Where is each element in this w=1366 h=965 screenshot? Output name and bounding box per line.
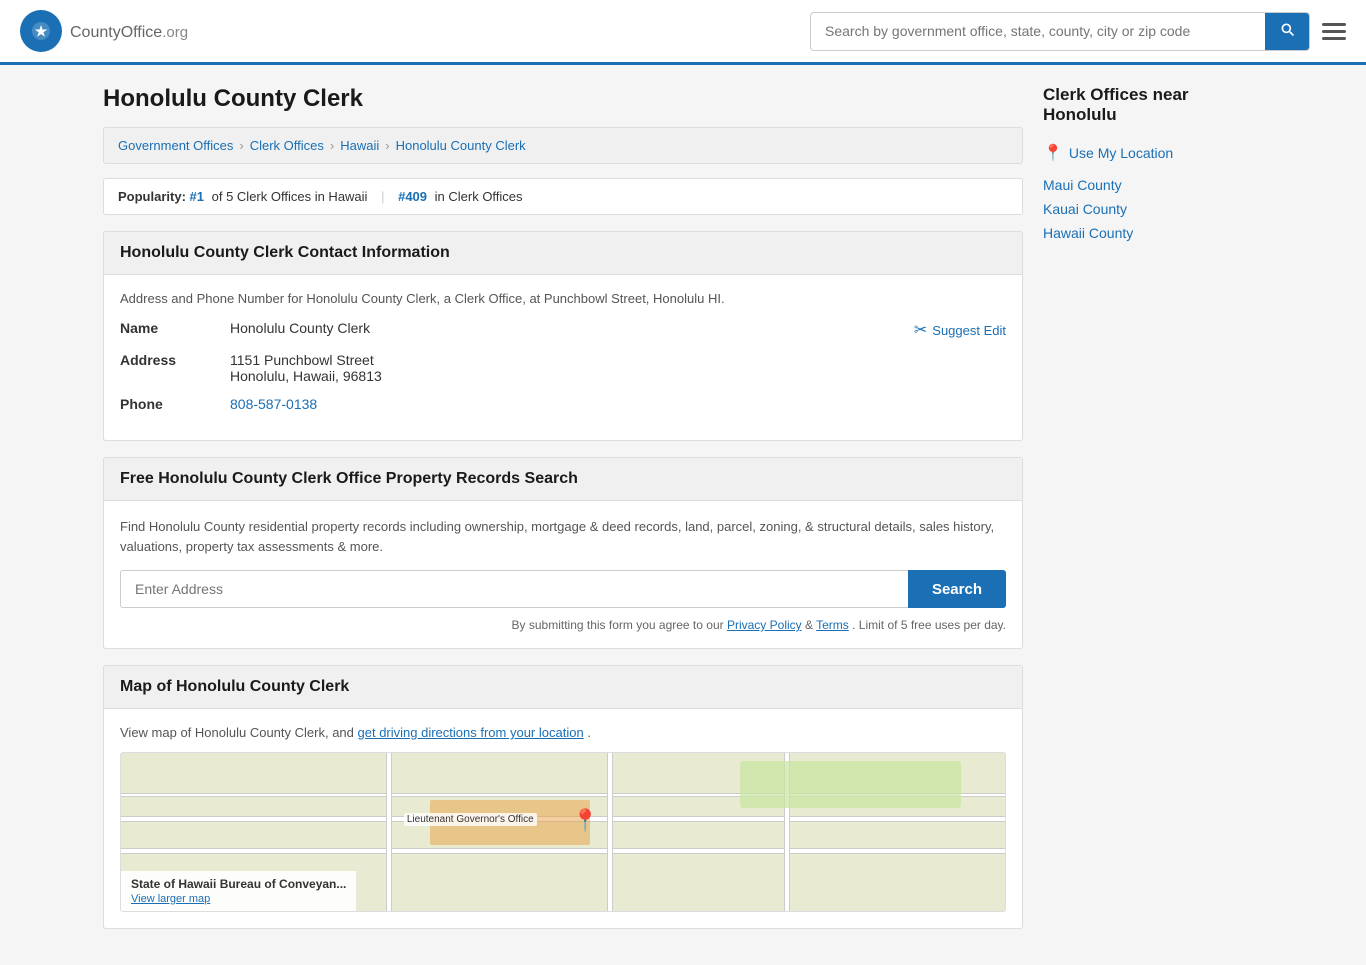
- map-label-lt-gov: Lieutenant Governor's Office: [404, 813, 537, 826]
- disclaimer-suffix: . Limit of 5 free uses per day.: [852, 618, 1006, 632]
- map-section-body: View map of Honolulu County Clerk, and g…: [104, 709, 1022, 928]
- address-line2: Honolulu, Hawaii, 96813: [230, 368, 1006, 384]
- hamburger-menu[interactable]: [1322, 23, 1346, 40]
- contact-name-row: Name Honolulu County Clerk ✂ Suggest Edi…: [120, 320, 1006, 340]
- map-section: Map of Honolulu County Clerk View map of…: [103, 665, 1023, 929]
- contact-phone-row: Phone 808-587-0138: [120, 396, 1006, 412]
- contact-section-body: Address and Phone Number for Honolulu Co…: [104, 275, 1022, 440]
- contact-address-row: Address 1151 Punchbowl Street Honolulu, …: [120, 352, 1006, 384]
- terms-link[interactable]: Terms: [816, 618, 849, 632]
- breadcrumb-link-current[interactable]: Honolulu County Clerk: [396, 138, 526, 153]
- address-line1: 1151 Punchbowl Street: [230, 352, 1006, 368]
- popularity-rank2: #409: [398, 189, 427, 204]
- page-title: Honolulu County Clerk: [103, 85, 1023, 113]
- header-search-input[interactable]: [811, 15, 1265, 47]
- header-search-button[interactable]: [1265, 13, 1309, 50]
- popularity-rank1-text: of 5 Clerk Offices in Hawaii: [212, 189, 368, 204]
- address-label: Address: [120, 352, 230, 368]
- address-search-input[interactable]: [120, 570, 908, 608]
- map-placeholder[interactable]: 📍 Lieutenant Governor's Office State of …: [120, 752, 1006, 912]
- sidebar-links: Maui County Kauai County Hawaii County: [1043, 177, 1263, 241]
- map-overlay: State of Hawaii Bureau of Conveyan... Vi…: [121, 871, 356, 911]
- sidebar-link-maui[interactable]: Maui County: [1043, 177, 1263, 193]
- property-description: Find Honolulu County residential propert…: [120, 517, 1006, 556]
- property-section-title: Free Honolulu County Clerk Office Proper…: [104, 458, 1022, 501]
- popularity-rank1: #1: [190, 189, 204, 204]
- content-area: Honolulu County Clerk Government Offices…: [103, 85, 1023, 945]
- sidebar-title: Clerk Offices near Honolulu: [1043, 85, 1263, 129]
- view-larger-map-link[interactable]: View larger map: [131, 893, 210, 905]
- contact-description: Address and Phone Number for Honolulu Co…: [120, 291, 1006, 306]
- name-label: Name: [120, 320, 230, 336]
- map-section-title: Map of Honolulu County Clerk: [104, 666, 1022, 709]
- privacy-policy-link[interactable]: Privacy Policy: [727, 618, 802, 632]
- contact-table: Name Honolulu County Clerk ✂ Suggest Edi…: [120, 320, 1006, 412]
- site-header: ★ CountyOffice.org: [0, 0, 1366, 65]
- suggest-edit-label: Suggest Edit: [932, 323, 1006, 338]
- suggest-edit-link[interactable]: ✂ Suggest Edit: [914, 320, 1006, 340]
- contact-section: Honolulu County Clerk Contact Informatio…: [103, 231, 1023, 441]
- directions-link[interactable]: get driving directions from your locatio…: [358, 725, 584, 740]
- phone-label: Phone: [120, 396, 230, 412]
- disclaimer-text: By submitting this form you agree to our: [512, 618, 724, 632]
- phone-link[interactable]: 808-587-0138: [230, 396, 317, 412]
- sidebar-link-hawaii[interactable]: Hawaii County: [1043, 225, 1263, 241]
- main-wrapper: Honolulu County Clerk Government Offices…: [83, 65, 1283, 965]
- use-my-location-link[interactable]: Use My Location: [1069, 145, 1173, 161]
- sidebar-location: 📍 Use My Location: [1043, 143, 1263, 163]
- popularity-label: Popularity:: [118, 189, 186, 204]
- logo-icon: ★: [20, 10, 62, 52]
- svg-text:★: ★: [35, 23, 48, 39]
- location-pin-icon: 📍: [1043, 143, 1063, 163]
- breadcrumb-link-gov-offices[interactable]: Government Offices: [118, 138, 233, 153]
- popularity-bar: Popularity: #1 of 5 Clerk Offices in Haw…: [103, 178, 1023, 215]
- header-right: [810, 12, 1346, 51]
- breadcrumb-link-hawaii[interactable]: Hawaii: [340, 138, 379, 153]
- map-pin: 📍: [572, 808, 599, 834]
- sidebar-link-kauai[interactable]: Kauai County: [1043, 201, 1263, 217]
- map-description: View map of Honolulu County Clerk, and g…: [120, 725, 1006, 740]
- phone-value: 808-587-0138: [230, 396, 1006, 412]
- address-value: 1151 Punchbowl Street Honolulu, Hawaii, …: [230, 352, 1006, 384]
- logo-text: CountyOffice.org: [70, 20, 188, 43]
- sidebar: Clerk Offices near Honolulu 📍 Use My Loc…: [1043, 85, 1263, 945]
- property-search-form: Search: [120, 570, 1006, 608]
- contact-section-title: Honolulu County Clerk Contact Informatio…: [104, 232, 1022, 275]
- map-business-name: State of Hawaii Bureau of Conveyan...: [131, 877, 346, 891]
- header-search-bar: [810, 12, 1310, 51]
- form-disclaimer: By submitting this form you agree to our…: [120, 618, 1006, 632]
- breadcrumb: Government Offices › Clerk Offices › Haw…: [103, 127, 1023, 164]
- popularity-rank2-text: in Clerk Offices: [435, 189, 523, 204]
- property-section-body: Find Honolulu County residential propert…: [104, 501, 1022, 648]
- name-value: Honolulu County Clerk: [230, 320, 914, 336]
- logo-area: ★ CountyOffice.org: [20, 10, 188, 52]
- suggest-edit-icon: ✂: [914, 320, 927, 340]
- address-search-button[interactable]: Search: [908, 570, 1006, 608]
- breadcrumb-link-clerk-offices[interactable]: Clerk Offices: [250, 138, 324, 153]
- property-section: Free Honolulu County Clerk Office Proper…: [103, 457, 1023, 649]
